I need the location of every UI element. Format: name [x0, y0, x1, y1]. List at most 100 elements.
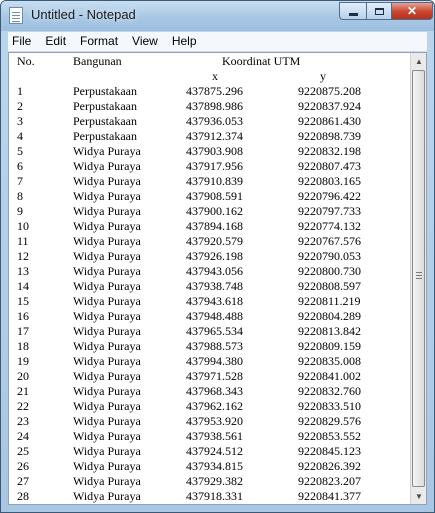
row-y: 9220813.842 — [298, 324, 361, 338]
close-icon: ✕ — [406, 4, 418, 18]
editor: No. Bangunan Koordinat UTM x y 1 Perpusta… — [8, 52, 427, 505]
row-x: 437953.920 — [186, 414, 243, 428]
row-x: 437912.374 — [186, 129, 243, 143]
notepad-icon[interactable] — [9, 7, 23, 24]
menu-file[interactable]: File — [8, 32, 38, 51]
close-button[interactable]: ✕ — [391, 2, 433, 20]
table-row: 25 Widya Puraya 437924.512 9220845.123 — [9, 444, 410, 459]
menu-edit[interactable]: Edit — [38, 32, 73, 51]
row-x: 437918.331 — [186, 489, 243, 503]
row-bangunan: Widya Puraya — [73, 264, 141, 278]
row-x: 437903.908 — [186, 144, 243, 158]
row-y: 9220804.289 — [298, 309, 361, 323]
row-bangunan: Widya Puraya — [73, 234, 141, 248]
row-number: 13 — [17, 264, 29, 278]
row-bangunan: Widya Puraya — [73, 174, 141, 188]
row-number: 1 — [17, 84, 23, 98]
row-y: 9220767.576 — [298, 234, 361, 248]
table-row: 11 Widya Puraya 437920.579 9220767.576 — [9, 234, 410, 249]
scrollbar-thumb[interactable] — [412, 70, 425, 487]
row-bangunan: Widya Puraya — [73, 309, 141, 323]
row-number: 12 — [17, 249, 29, 263]
row-number: 24 — [17, 429, 29, 443]
row-number: 16 — [17, 309, 29, 323]
row-bangunan: Widya Puraya — [73, 369, 141, 383]
menu-bar: File Edit Format View Help — [8, 32, 427, 52]
row-x: 437926.198 — [186, 249, 243, 263]
table-row: 21 Widya Puraya 437968.343 9220832.760 — [9, 384, 410, 399]
row-x: 437908.591 — [186, 189, 243, 203]
table-row: 23 Widya Puraya 437953.920 9220829.576 — [9, 414, 410, 429]
row-number: 20 — [17, 369, 29, 383]
maximize-button[interactable] — [366, 2, 392, 20]
row-bangunan: Widya Puraya — [73, 189, 141, 203]
table-row: 1 Perpustakaan 437875.296 9220875.208 — [9, 84, 410, 99]
row-y: 9220835.008 — [298, 354, 361, 368]
row-bangunan: Widya Puraya — [73, 429, 141, 443]
row-y: 9220774.132 — [298, 219, 361, 233]
row-y: 9220898.739 — [298, 129, 361, 143]
text-area[interactable]: No. Bangunan Koordinat UTM x y 1 Perpusta… — [9, 53, 410, 504]
row-bangunan: Widya Puraya — [73, 279, 141, 293]
row-number: 17 — [17, 324, 29, 338]
row-number: 2 — [17, 99, 23, 113]
table-row: 26 Widya Puraya 437934.815 9220826.392 — [9, 459, 410, 474]
row-number: 11 — [17, 234, 29, 248]
row-x: 437968.343 — [186, 384, 243, 398]
row-number: 3 — [17, 114, 23, 128]
menu-view[interactable]: View — [125, 32, 165, 51]
row-number: 28 — [17, 489, 29, 503]
row-y: 9220875.208 — [298, 84, 361, 98]
table-row: 20 Widya Puraya 437971.528 9220841.002 — [9, 369, 410, 384]
row-y: 9220800.730 — [298, 264, 361, 278]
row-y: 9220845.123 — [298, 444, 361, 458]
row-y: 9220833.510 — [298, 399, 361, 413]
table-row: 22 Widya Puraya 437962.162 9220833.510 — [9, 399, 410, 414]
row-y: 9220829.576 — [298, 414, 361, 428]
row-y: 9220841.377 — [298, 489, 361, 503]
row-x: 437929.382 — [186, 474, 243, 488]
row-y: 9220796.422 — [298, 189, 361, 203]
row-number: 27 — [17, 474, 29, 488]
row-number: 4 — [17, 129, 23, 143]
row-number: 19 — [17, 354, 29, 368]
menu-help[interactable]: Help — [165, 32, 204, 51]
header-koordinat: Koordinat UTM — [222, 54, 301, 68]
header-bangunan: Bangunan — [73, 54, 122, 68]
title-bar[interactable]: Untitled - Notepad ✕ — [1, 1, 434, 31]
row-number: 22 — [17, 399, 29, 413]
scroll-down-arrow-icon[interactable]: ▼ — [412, 488, 426, 504]
row-bangunan: Widya Puraya — [73, 324, 141, 338]
header-x: x — [212, 69, 218, 83]
table-row: 13 Widya Puraya 437943.056 9220800.730 — [9, 264, 410, 279]
table-row: 7 Widya Puraya 437910.839 9220803.165 — [9, 174, 410, 189]
table-row: 16 Widya Puraya 437948.488 9220804.289 — [9, 309, 410, 324]
menu-format[interactable]: Format — [73, 32, 125, 51]
row-number: 7 — [17, 174, 23, 188]
minimize-icon — [348, 12, 358, 16]
row-y: 9220832.760 — [298, 384, 361, 398]
table-row: 27 Widya Puraya 437929.382 9220823.207 — [9, 474, 410, 489]
table-row: 15 Widya Puraya 437943.618 9220811.219 — [9, 294, 410, 309]
row-x: 437943.056 — [186, 264, 243, 278]
table-row: 19 Widya Puraya 437994.380 9220835.008 — [9, 354, 410, 369]
table-row: 24 Widya Puraya 437938.561 9220853.552 — [9, 429, 410, 444]
row-x: 437994.380 — [186, 354, 243, 368]
row-x: 437965.534 — [186, 324, 243, 338]
row-x: 437943.618 — [186, 294, 243, 308]
row-bangunan: Widya Puraya — [73, 459, 141, 473]
row-bangunan: Widya Puraya — [73, 414, 141, 428]
row-x: 437910.839 — [186, 174, 243, 188]
row-x: 437924.512 — [186, 444, 243, 458]
vertical-scrollbar[interactable]: ▲ ▼ — [410, 53, 426, 504]
row-y: 9220832.198 — [298, 144, 361, 158]
row-bangunan: Widya Puraya — [73, 354, 141, 368]
header-no: No. — [17, 54, 35, 68]
row-number: 6 — [17, 159, 23, 173]
minimize-button[interactable] — [339, 2, 367, 20]
scroll-up-arrow-icon[interactable]: ▲ — [412, 53, 426, 69]
table-row: 28 Widya Puraya 437918.331 9220841.377 — [9, 489, 410, 504]
table-row: 9 Widya Puraya 437900.162 9220797.733 — [9, 204, 410, 219]
row-bangunan: Widya Puraya — [73, 384, 141, 398]
row-x: 437917.956 — [186, 159, 243, 173]
